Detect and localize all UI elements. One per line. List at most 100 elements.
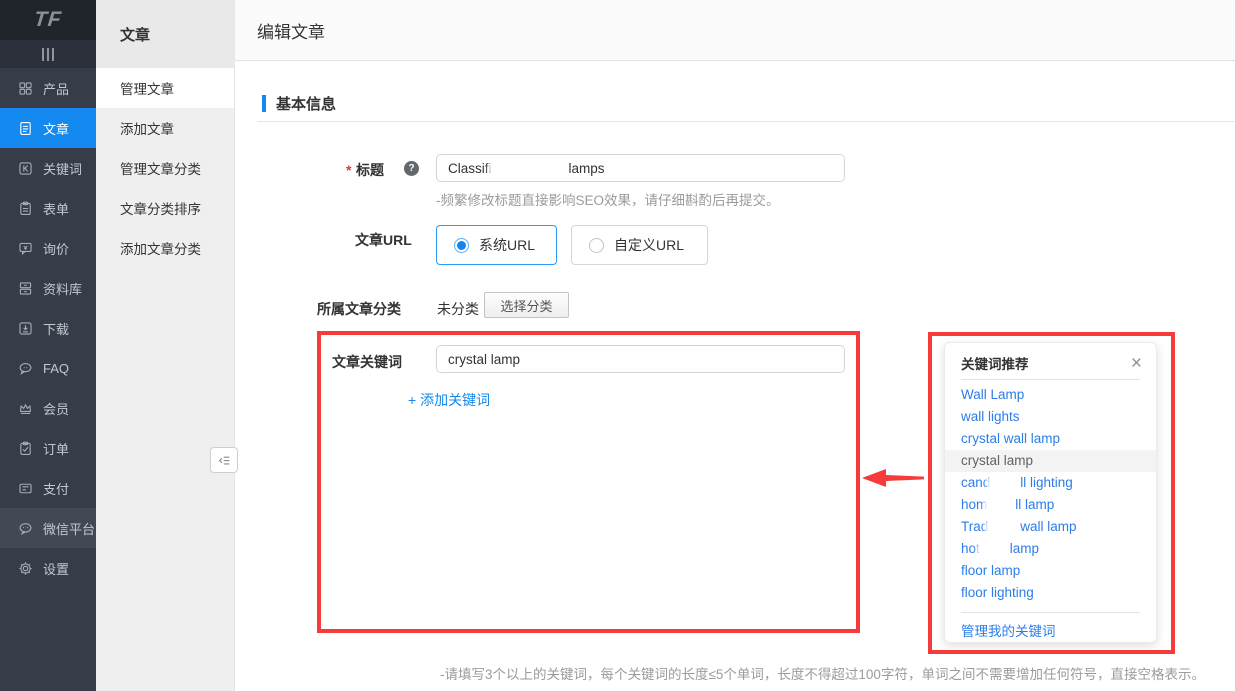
sidebar-item-11[interactable]: 微信平台 xyxy=(0,508,96,548)
settings-icon xyxy=(17,560,34,577)
primary-sidebar: TF 产品文章关键词表单询价资料库下载 FAQ 会员订单支付微信平台设置 xyxy=(0,0,96,691)
library-icon xyxy=(17,280,34,297)
sidebar-item-label: FAQ xyxy=(43,361,69,376)
sidebar-item-2[interactable]: 关键词 xyxy=(0,148,96,188)
redacted-blur xyxy=(988,500,1014,511)
sidebar-item-label: 订单 xyxy=(43,439,69,458)
menu-fold-icon xyxy=(217,453,232,468)
sidebar-item-label: 表单 xyxy=(43,199,69,218)
keyword-item-5[interactable]: homll lamp xyxy=(945,494,1156,516)
sidebar-item-label: 微信平台 xyxy=(43,519,95,538)
keywords-input[interactable]: crystal lamp xyxy=(436,345,845,373)
help-question-icon[interactable]: ? xyxy=(404,161,419,176)
faq-icon xyxy=(17,360,34,377)
keywords-label: 文章关键词 xyxy=(332,352,402,372)
form-icon xyxy=(17,200,34,217)
keyword-list: Wall Lampwall lightscrystal wall lampcry… xyxy=(945,384,1156,604)
sidebar-item-label: 资料库 xyxy=(43,279,82,298)
keyword-item-0[interactable]: Wall Lamp xyxy=(945,384,1156,406)
url-option-1[interactable]: 自定义URL xyxy=(571,225,708,265)
secondary-sidebar: 文章 管理文章添加文章管理文章分类文章分类排序添加文章分类 xyxy=(96,0,235,691)
keyword-icon xyxy=(17,160,34,177)
sidebar-item-9[interactable]: 订单 xyxy=(0,428,96,468)
sidebar-item-3[interactable]: 表单 xyxy=(0,188,96,228)
redacted-blur xyxy=(493,163,568,174)
sidebar-item-label: 会员 xyxy=(43,399,69,418)
sidebar-collapse-bars-icon[interactable] xyxy=(0,40,96,68)
keyword-item-2[interactable]: crystal wall lamp xyxy=(945,428,1156,450)
manage-keywords-link[interactable]: 管理我的关键词 xyxy=(945,620,1140,640)
section-accent-bar xyxy=(262,95,266,112)
sidebar-item-8[interactable]: 会员 xyxy=(0,388,96,428)
panel-footer-divider xyxy=(961,612,1140,613)
submenu-item-0[interactable]: 管理文章 xyxy=(96,68,234,108)
article-icon xyxy=(17,120,34,137)
panel-title: 关键词推荐 xyxy=(961,353,1029,373)
sidebar-item-4[interactable]: 询价 xyxy=(0,228,96,268)
redacted-blur xyxy=(989,522,1019,533)
add-keyword-link[interactable]: + 添加关键词 xyxy=(408,390,490,410)
keyword-recommend-panel: 关键词推荐 × Wall Lampwall lightscrystal wall… xyxy=(944,342,1157,643)
order-icon xyxy=(17,440,34,457)
url-option-0[interactable]: 系统URL xyxy=(436,225,557,265)
payment-icon xyxy=(17,480,34,497)
submenu-item-2[interactable]: 管理文章分类 xyxy=(96,148,234,188)
keyword-item-1[interactable]: wall lights xyxy=(945,406,1156,428)
keyword-item-3[interactable]: crystal lamp xyxy=(945,450,1156,472)
sidebar-item-10[interactable]: 支付 xyxy=(0,468,96,508)
primary-nav: 产品文章关键词表单询价资料库下载 FAQ 会员订单支付微信平台设置 xyxy=(0,68,96,588)
url-option-label: 自定义URL xyxy=(614,235,684,255)
keyword-item-7[interactable]: hotlamp xyxy=(945,538,1156,560)
keyword-item-9[interactable]: floor lighting xyxy=(945,582,1156,604)
keywords-note: -请填写3个以上的关键词，每个关键词的长度≤5个单词，长度不得超过100字符，单… xyxy=(440,663,1205,683)
keyword-item-4[interactable]: candll lighting xyxy=(945,472,1156,494)
sidebar-item-0[interactable]: 产品 xyxy=(0,68,96,108)
app-logo[interactable]: TF xyxy=(0,0,96,40)
submenu-item-4[interactable]: 添加文章分类 xyxy=(96,228,234,268)
keyword-item-6[interactable]: Tradwall lamp xyxy=(945,516,1156,538)
logo-text: TF xyxy=(33,8,63,32)
required-asterisk: * xyxy=(346,162,351,178)
page: TF 产品文章关键词表单询价资料库下载FAQ会员订单支付微信平台设置 文章 管理… xyxy=(0,0,1235,691)
sidebar-item-label: 支付 xyxy=(43,479,69,498)
radio-icon xyxy=(454,238,469,253)
keyword-item-8[interactable]: floor lamp xyxy=(945,560,1156,582)
submenu-title: 文章 xyxy=(96,0,234,68)
submenu-nav: 管理文章添加文章管理文章分类文章分类排序添加文章分类 xyxy=(96,68,234,268)
sidebar-item-5[interactable]: 资料库 xyxy=(0,268,96,308)
redacted-blur xyxy=(981,544,1009,555)
panel-divider xyxy=(961,379,1140,380)
section-divider xyxy=(257,121,1235,122)
sidebar-item-12[interactable]: 设置 xyxy=(0,548,96,588)
member-icon xyxy=(17,400,34,417)
page-title: 编辑文章 xyxy=(235,0,1235,61)
submenu-item-3[interactable]: 文章分类排序 xyxy=(96,188,234,228)
product-grid-icon xyxy=(17,80,34,97)
redacted-blur xyxy=(991,478,1019,489)
annotation-arrow-left-icon xyxy=(862,466,924,490)
category-label: 所属文章分类 xyxy=(317,299,401,319)
sidebar-item-label: 设置 xyxy=(43,559,69,578)
sidebar-item-6[interactable]: 下载 xyxy=(0,308,96,348)
wechat-icon xyxy=(17,520,34,537)
title-label: 标题 xyxy=(356,160,384,180)
choose-category-button[interactable]: 选择分类 xyxy=(484,292,569,318)
inquiry-icon xyxy=(17,240,34,257)
section-title: 基本信息 xyxy=(276,93,336,114)
sidebar-item-7[interactable]: FAQ xyxy=(0,348,96,388)
sidebar-item-label: 产品 xyxy=(43,79,69,98)
title-helper-text: -频繁修改标题直接影响SEO效果，请仔细斟酌后再提交。 xyxy=(436,189,780,209)
submenu-item-1[interactable]: 添加文章 xyxy=(96,108,234,148)
url-option-label: 系统URL xyxy=(479,235,535,255)
close-icon[interactable]: × xyxy=(1131,354,1142,373)
sidebar-item-label: 文章 xyxy=(43,119,69,138)
sidebar-item-label: 询价 xyxy=(43,239,69,258)
menu-fold-button[interactable] xyxy=(210,447,238,473)
category-value: 未分类 xyxy=(437,299,479,319)
title-input[interactable]: Classifilamps xyxy=(436,154,845,182)
download-icon xyxy=(17,320,34,337)
article-url-label: 文章URL xyxy=(355,230,412,250)
sidebar-item-label: 关键词 xyxy=(43,159,82,178)
radio-icon xyxy=(589,238,604,253)
sidebar-item-1[interactable]: 文章 xyxy=(0,108,96,148)
